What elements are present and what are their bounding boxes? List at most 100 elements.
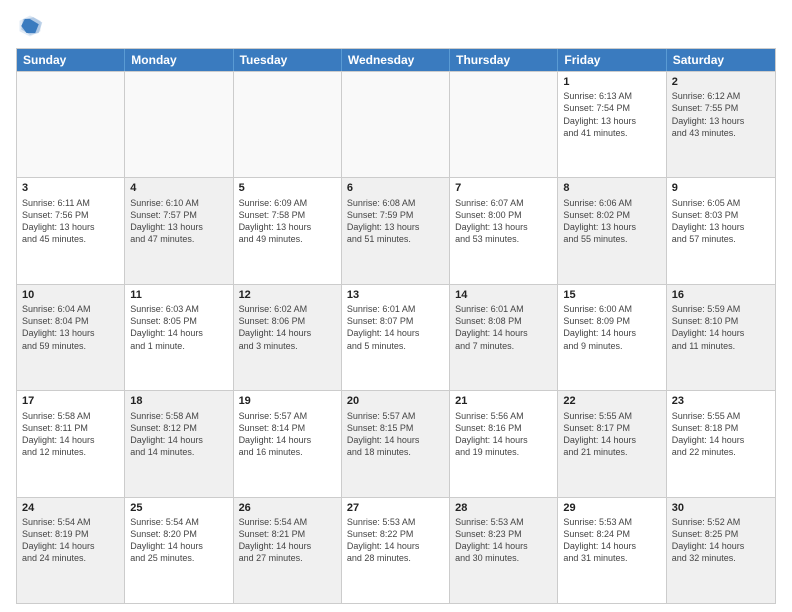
cal-cell-3-1: 18 Sunrise: 5:58 AM Sunset: 8:12 PM Dayli… <box>125 391 233 496</box>
calendar-row-0: 1Sunrise: 6:13 AM Sunset: 7:54 PM Daylig… <box>17 71 775 177</box>
cell-info-4-3: Sunrise: 5:53 AM Sunset: 8:22 PM Dayligh… <box>347 516 444 565</box>
cell-info-2-0: Sunrise: 6:04 AM Sunset: 8:04 PM Dayligh… <box>22 303 119 352</box>
cal-cell-3-3: 20 Sunrise: 5:57 AM Sunset: 8:15 PM Dayli… <box>342 391 450 496</box>
calendar-row-1: 3Sunrise: 6:11 AM Sunset: 7:56 PM Daylig… <box>17 177 775 283</box>
logo-icon <box>16 12 44 40</box>
day-number-1: 1 <box>563 75 660 89</box>
cal-cell-0-3 <box>342 72 450 177</box>
cell-info-2-2: Sunrise: 6:02 AM Sunset: 8:06 PM Dayligh… <box>239 303 336 352</box>
cell-info-2-1: Sunrise: 6:03 AM Sunset: 8:05 PM Dayligh… <box>130 303 227 352</box>
page: SundayMondayTuesdayWednesdayThursdayFrid… <box>0 0 792 612</box>
day-number-4: 4 <box>130 181 227 195</box>
cell-info-4-1: Sunrise: 5:54 AM Sunset: 8:20 PM Dayligh… <box>130 516 227 565</box>
day-number-24: 24 <box>22 501 119 515</box>
cal-cell-0-4 <box>450 72 558 177</box>
cal-cell-2-0: 10Sunrise: 6:04 AM Sunset: 8:04 PM Dayli… <box>17 285 125 390</box>
day-number-9: 9 <box>672 181 770 195</box>
cell-info-2-4: Sunrise: 6:01 AM Sunset: 8:08 PM Dayligh… <box>455 303 552 352</box>
day-number-12: 12 <box>239 288 336 302</box>
cal-cell-1-4: 7Sunrise: 6:07 AM Sunset: 8:00 PM Daylig… <box>450 178 558 283</box>
day-number-3: 3 <box>22 181 119 195</box>
day-number-29: 29 <box>563 501 660 515</box>
cal-cell-4-4: 28Sunrise: 5:53 AM Sunset: 8:23 PM Dayli… <box>450 498 558 603</box>
cal-cell-2-1: 11Sunrise: 6:03 AM Sunset: 8:05 PM Dayli… <box>125 285 233 390</box>
cal-cell-4-5: 29Sunrise: 5:53 AM Sunset: 8:24 PM Dayli… <box>558 498 666 603</box>
cal-cell-1-2: 5 Sunrise: 6:09 AM Sunset: 7:58 PM Daylig… <box>234 178 342 283</box>
cal-cell-1-6: 9Sunrise: 6:05 AM Sunset: 8:03 PM Daylig… <box>667 178 775 283</box>
header-day-saturday: Saturday <box>667 49 775 71</box>
cal-cell-3-5: 22 Sunrise: 5:55 AM Sunset: 8:17 PM Dayli… <box>558 391 666 496</box>
calendar-row-3: 17Sunrise: 5:58 AM Sunset: 8:11 PM Dayli… <box>17 390 775 496</box>
cal-cell-3-0: 17Sunrise: 5:58 AM Sunset: 8:11 PM Dayli… <box>17 391 125 496</box>
day-number-13: 13 <box>347 288 444 302</box>
header-day-friday: Friday <box>558 49 666 71</box>
cal-cell-3-2: 19 Sunrise: 5:57 AM Sunset: 8:14 PM Dayli… <box>234 391 342 496</box>
calendar-body: 1Sunrise: 6:13 AM Sunset: 7:54 PM Daylig… <box>17 71 775 603</box>
cal-cell-4-1: 25Sunrise: 5:54 AM Sunset: 8:20 PM Dayli… <box>125 498 233 603</box>
cell-info-4-2: Sunrise: 5:54 AM Sunset: 8:21 PM Dayligh… <box>239 516 336 565</box>
cell-info-3-5: Sunrise: 5:55 AM Sunset: 8:17 PM Dayligh… <box>563 410 660 459</box>
day-number-19: 19 <box>239 394 336 408</box>
calendar: SundayMondayTuesdayWednesdayThursdayFrid… <box>16 48 776 604</box>
day-number-27: 27 <box>347 501 444 515</box>
day-number-25: 25 <box>130 501 227 515</box>
cal-cell-2-6: 16Sunrise: 5:59 AM Sunset: 8:10 PM Dayli… <box>667 285 775 390</box>
day-number-17: 17 <box>22 394 119 408</box>
cal-cell-2-3: 13Sunrise: 6:01 AM Sunset: 8:07 PM Dayli… <box>342 285 450 390</box>
calendar-row-4: 24Sunrise: 5:54 AM Sunset: 8:19 PM Dayli… <box>17 497 775 603</box>
day-number-21: 21 <box>455 394 552 408</box>
cell-info-0-5: Sunrise: 6:13 AM Sunset: 7:54 PM Dayligh… <box>563 90 660 139</box>
cal-cell-1-1: 4 Sunrise: 6:10 AM Sunset: 7:57 PM Daylig… <box>125 178 233 283</box>
cell-info-4-0: Sunrise: 5:54 AM Sunset: 8:19 PM Dayligh… <box>22 516 119 565</box>
cell-info-3-4: Sunrise: 5:56 AM Sunset: 8:16 PM Dayligh… <box>455 410 552 459</box>
day-number-18: 18 <box>130 394 227 408</box>
cell-info-3-6: Sunrise: 5:55 AM Sunset: 8:18 PM Dayligh… <box>672 410 770 459</box>
day-number-8: 8 <box>563 181 660 195</box>
cal-cell-0-1 <box>125 72 233 177</box>
cell-info-1-3: Sunrise: 6:08 AM Sunset: 7:59 PM Dayligh… <box>347 197 444 246</box>
cell-info-2-5: Sunrise: 6:00 AM Sunset: 8:09 PM Dayligh… <box>563 303 660 352</box>
header-day-thursday: Thursday <box>450 49 558 71</box>
cell-info-1-2: Sunrise: 6:09 AM Sunset: 7:58 PM Dayligh… <box>239 197 336 246</box>
day-number-30: 30 <box>672 501 770 515</box>
header-day-wednesday: Wednesday <box>342 49 450 71</box>
day-number-10: 10 <box>22 288 119 302</box>
cal-cell-1-3: 6 Sunrise: 6:08 AM Sunset: 7:59 PM Daylig… <box>342 178 450 283</box>
cal-cell-3-6: 23Sunrise: 5:55 AM Sunset: 8:18 PM Dayli… <box>667 391 775 496</box>
cal-cell-0-0 <box>17 72 125 177</box>
cell-info-2-6: Sunrise: 5:59 AM Sunset: 8:10 PM Dayligh… <box>672 303 770 352</box>
header-day-tuesday: Tuesday <box>234 49 342 71</box>
cell-info-3-1: Sunrise: 5:58 AM Sunset: 8:12 PM Dayligh… <box>130 410 227 459</box>
cal-cell-2-2: 12Sunrise: 6:02 AM Sunset: 8:06 PM Dayli… <box>234 285 342 390</box>
cal-cell-0-6: 2Sunrise: 6:12 AM Sunset: 7:55 PM Daylig… <box>667 72 775 177</box>
header-day-sunday: Sunday <box>17 49 125 71</box>
cell-info-1-1: Sunrise: 6:10 AM Sunset: 7:57 PM Dayligh… <box>130 197 227 246</box>
day-number-16: 16 <box>672 288 770 302</box>
cal-cell-4-2: 26Sunrise: 5:54 AM Sunset: 8:21 PM Dayli… <box>234 498 342 603</box>
cell-info-0-6: Sunrise: 6:12 AM Sunset: 7:55 PM Dayligh… <box>672 90 770 139</box>
day-number-20: 20 <box>347 394 444 408</box>
day-number-2: 2 <box>672 75 770 89</box>
cal-cell-1-5: 8 Sunrise: 6:06 AM Sunset: 8:02 PM Daylig… <box>558 178 666 283</box>
cell-info-4-4: Sunrise: 5:53 AM Sunset: 8:23 PM Dayligh… <box>455 516 552 565</box>
day-number-11: 11 <box>130 288 227 302</box>
logo <box>16 12 48 40</box>
cell-info-1-4: Sunrise: 6:07 AM Sunset: 8:00 PM Dayligh… <box>455 197 552 246</box>
cell-info-3-2: Sunrise: 5:57 AM Sunset: 8:14 PM Dayligh… <box>239 410 336 459</box>
cal-cell-1-0: 3Sunrise: 6:11 AM Sunset: 7:56 PM Daylig… <box>17 178 125 283</box>
calendar-header: SundayMondayTuesdayWednesdayThursdayFrid… <box>17 49 775 71</box>
cal-cell-4-6: 30Sunrise: 5:52 AM Sunset: 8:25 PM Dayli… <box>667 498 775 603</box>
day-number-5: 5 <box>239 181 336 195</box>
day-number-14: 14 <box>455 288 552 302</box>
cal-cell-4-3: 27Sunrise: 5:53 AM Sunset: 8:22 PM Dayli… <box>342 498 450 603</box>
cell-info-3-3: Sunrise: 5:57 AM Sunset: 8:15 PM Dayligh… <box>347 410 444 459</box>
cell-info-2-3: Sunrise: 6:01 AM Sunset: 8:07 PM Dayligh… <box>347 303 444 352</box>
day-number-22: 22 <box>563 394 660 408</box>
day-number-28: 28 <box>455 501 552 515</box>
day-number-6: 6 <box>347 181 444 195</box>
cal-cell-2-5: 15Sunrise: 6:00 AM Sunset: 8:09 PM Dayli… <box>558 285 666 390</box>
cal-cell-2-4: 14Sunrise: 6:01 AM Sunset: 8:08 PM Dayli… <box>450 285 558 390</box>
cell-info-4-5: Sunrise: 5:53 AM Sunset: 8:24 PM Dayligh… <box>563 516 660 565</box>
day-number-26: 26 <box>239 501 336 515</box>
cell-info-1-5: Sunrise: 6:06 AM Sunset: 8:02 PM Dayligh… <box>563 197 660 246</box>
